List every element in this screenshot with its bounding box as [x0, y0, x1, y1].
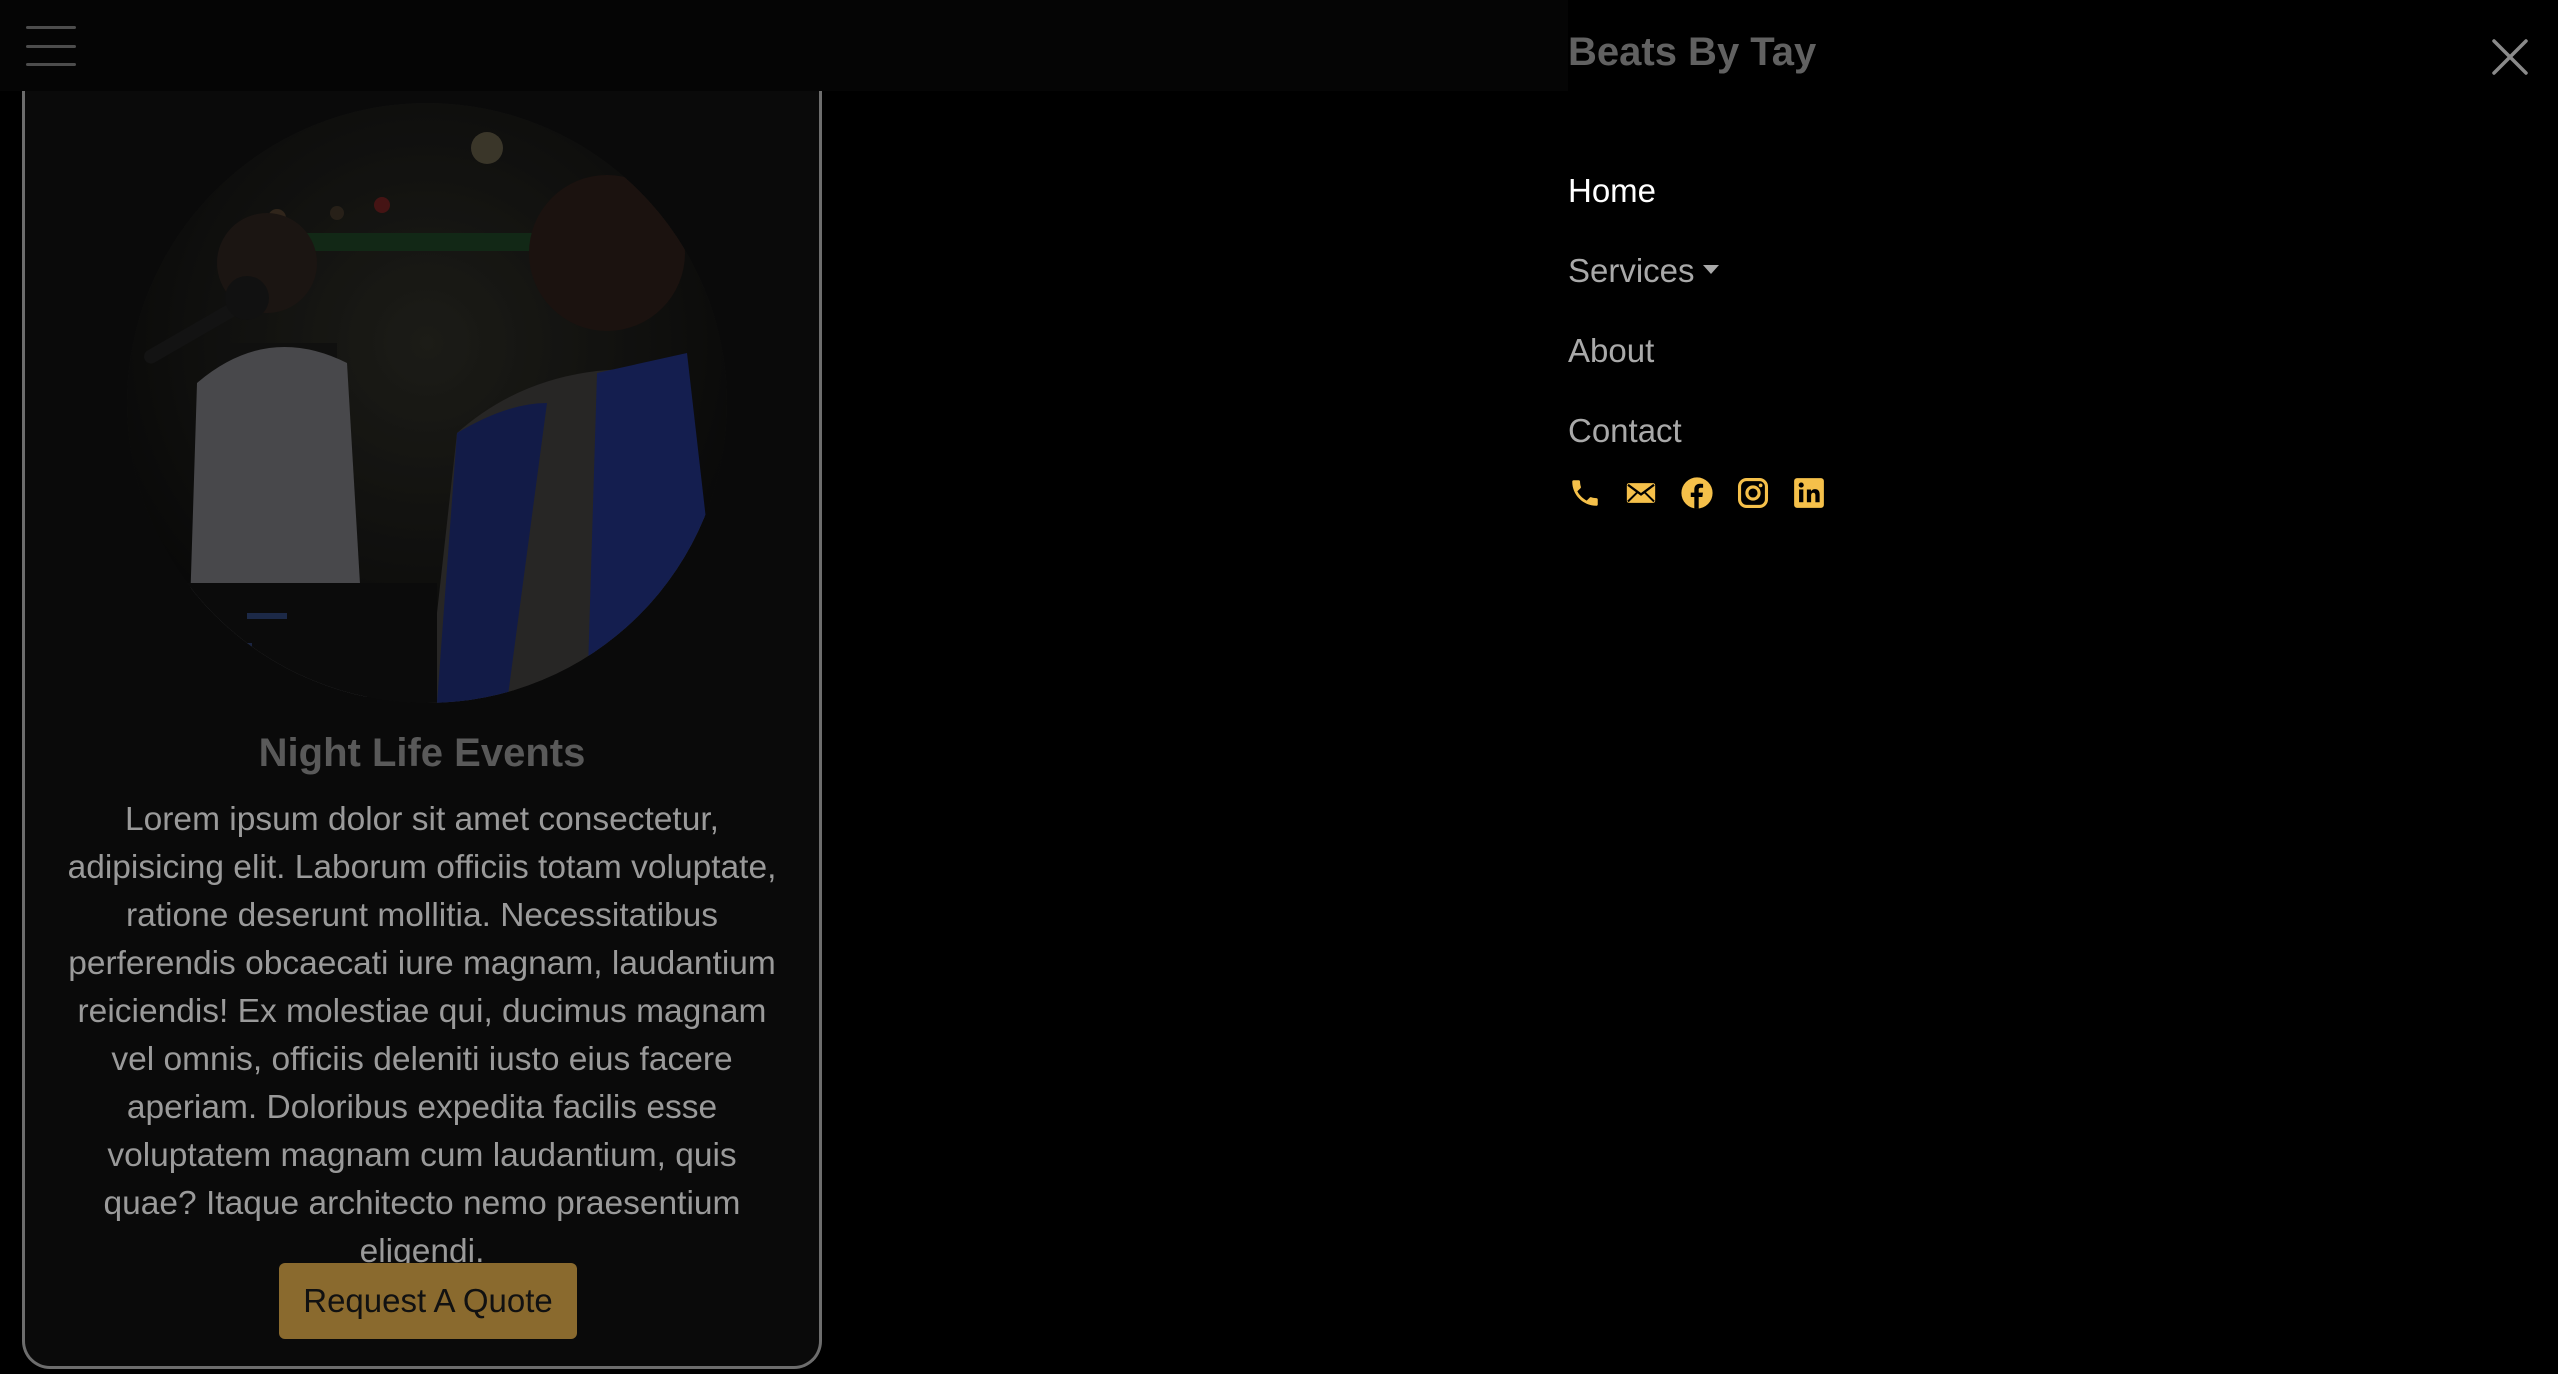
nav-link-services[interactable]: Services [1568, 246, 1719, 326]
facebook-icon[interactable] [1680, 476, 1714, 510]
nav-link-home[interactable]: Home [1568, 166, 1719, 246]
social-links [1568, 476, 1826, 510]
service-card: Night Life Events Lorem ipsum dolor sit … [22, 91, 822, 1369]
nav-link-contact[interactable]: Contact [1568, 406, 1719, 486]
request-quote-button[interactable]: Request A Quote [279, 1263, 577, 1339]
close-icon[interactable] [2491, 38, 2529, 76]
brand-title[interactable]: Beats By Tay [1568, 30, 1816, 75]
nav-link-label: Services [1568, 252, 1695, 289]
caret-down-icon [1702, 264, 1719, 274]
phone-icon[interactable] [1568, 476, 1602, 510]
navbar [0, 0, 1568, 91]
nav-link-label: Contact [1568, 412, 1682, 449]
nav-link-about[interactable]: About [1568, 326, 1719, 406]
event-photo [127, 103, 727, 703]
card-title: Night Life Events [258, 731, 586, 775]
nav-link-label: About [1568, 332, 1655, 369]
linkedin-icon[interactable] [1792, 476, 1826, 510]
offcanvas-menu: Beats By Tay Home Services About Contact [1568, 0, 2558, 1374]
mail-icon[interactable] [1624, 476, 1658, 510]
card-description: Lorem ipsum dolor sit amet consectetur, … [67, 801, 777, 1270]
page: Night Life Events Lorem ipsum dolor sit … [0, 0, 2558, 1374]
hamburger-icon[interactable] [26, 26, 76, 66]
nav-link-label: Home [1568, 172, 1657, 209]
instagram-icon[interactable] [1736, 476, 1770, 510]
nav-menu: Home Services About Contact [1568, 166, 1719, 486]
